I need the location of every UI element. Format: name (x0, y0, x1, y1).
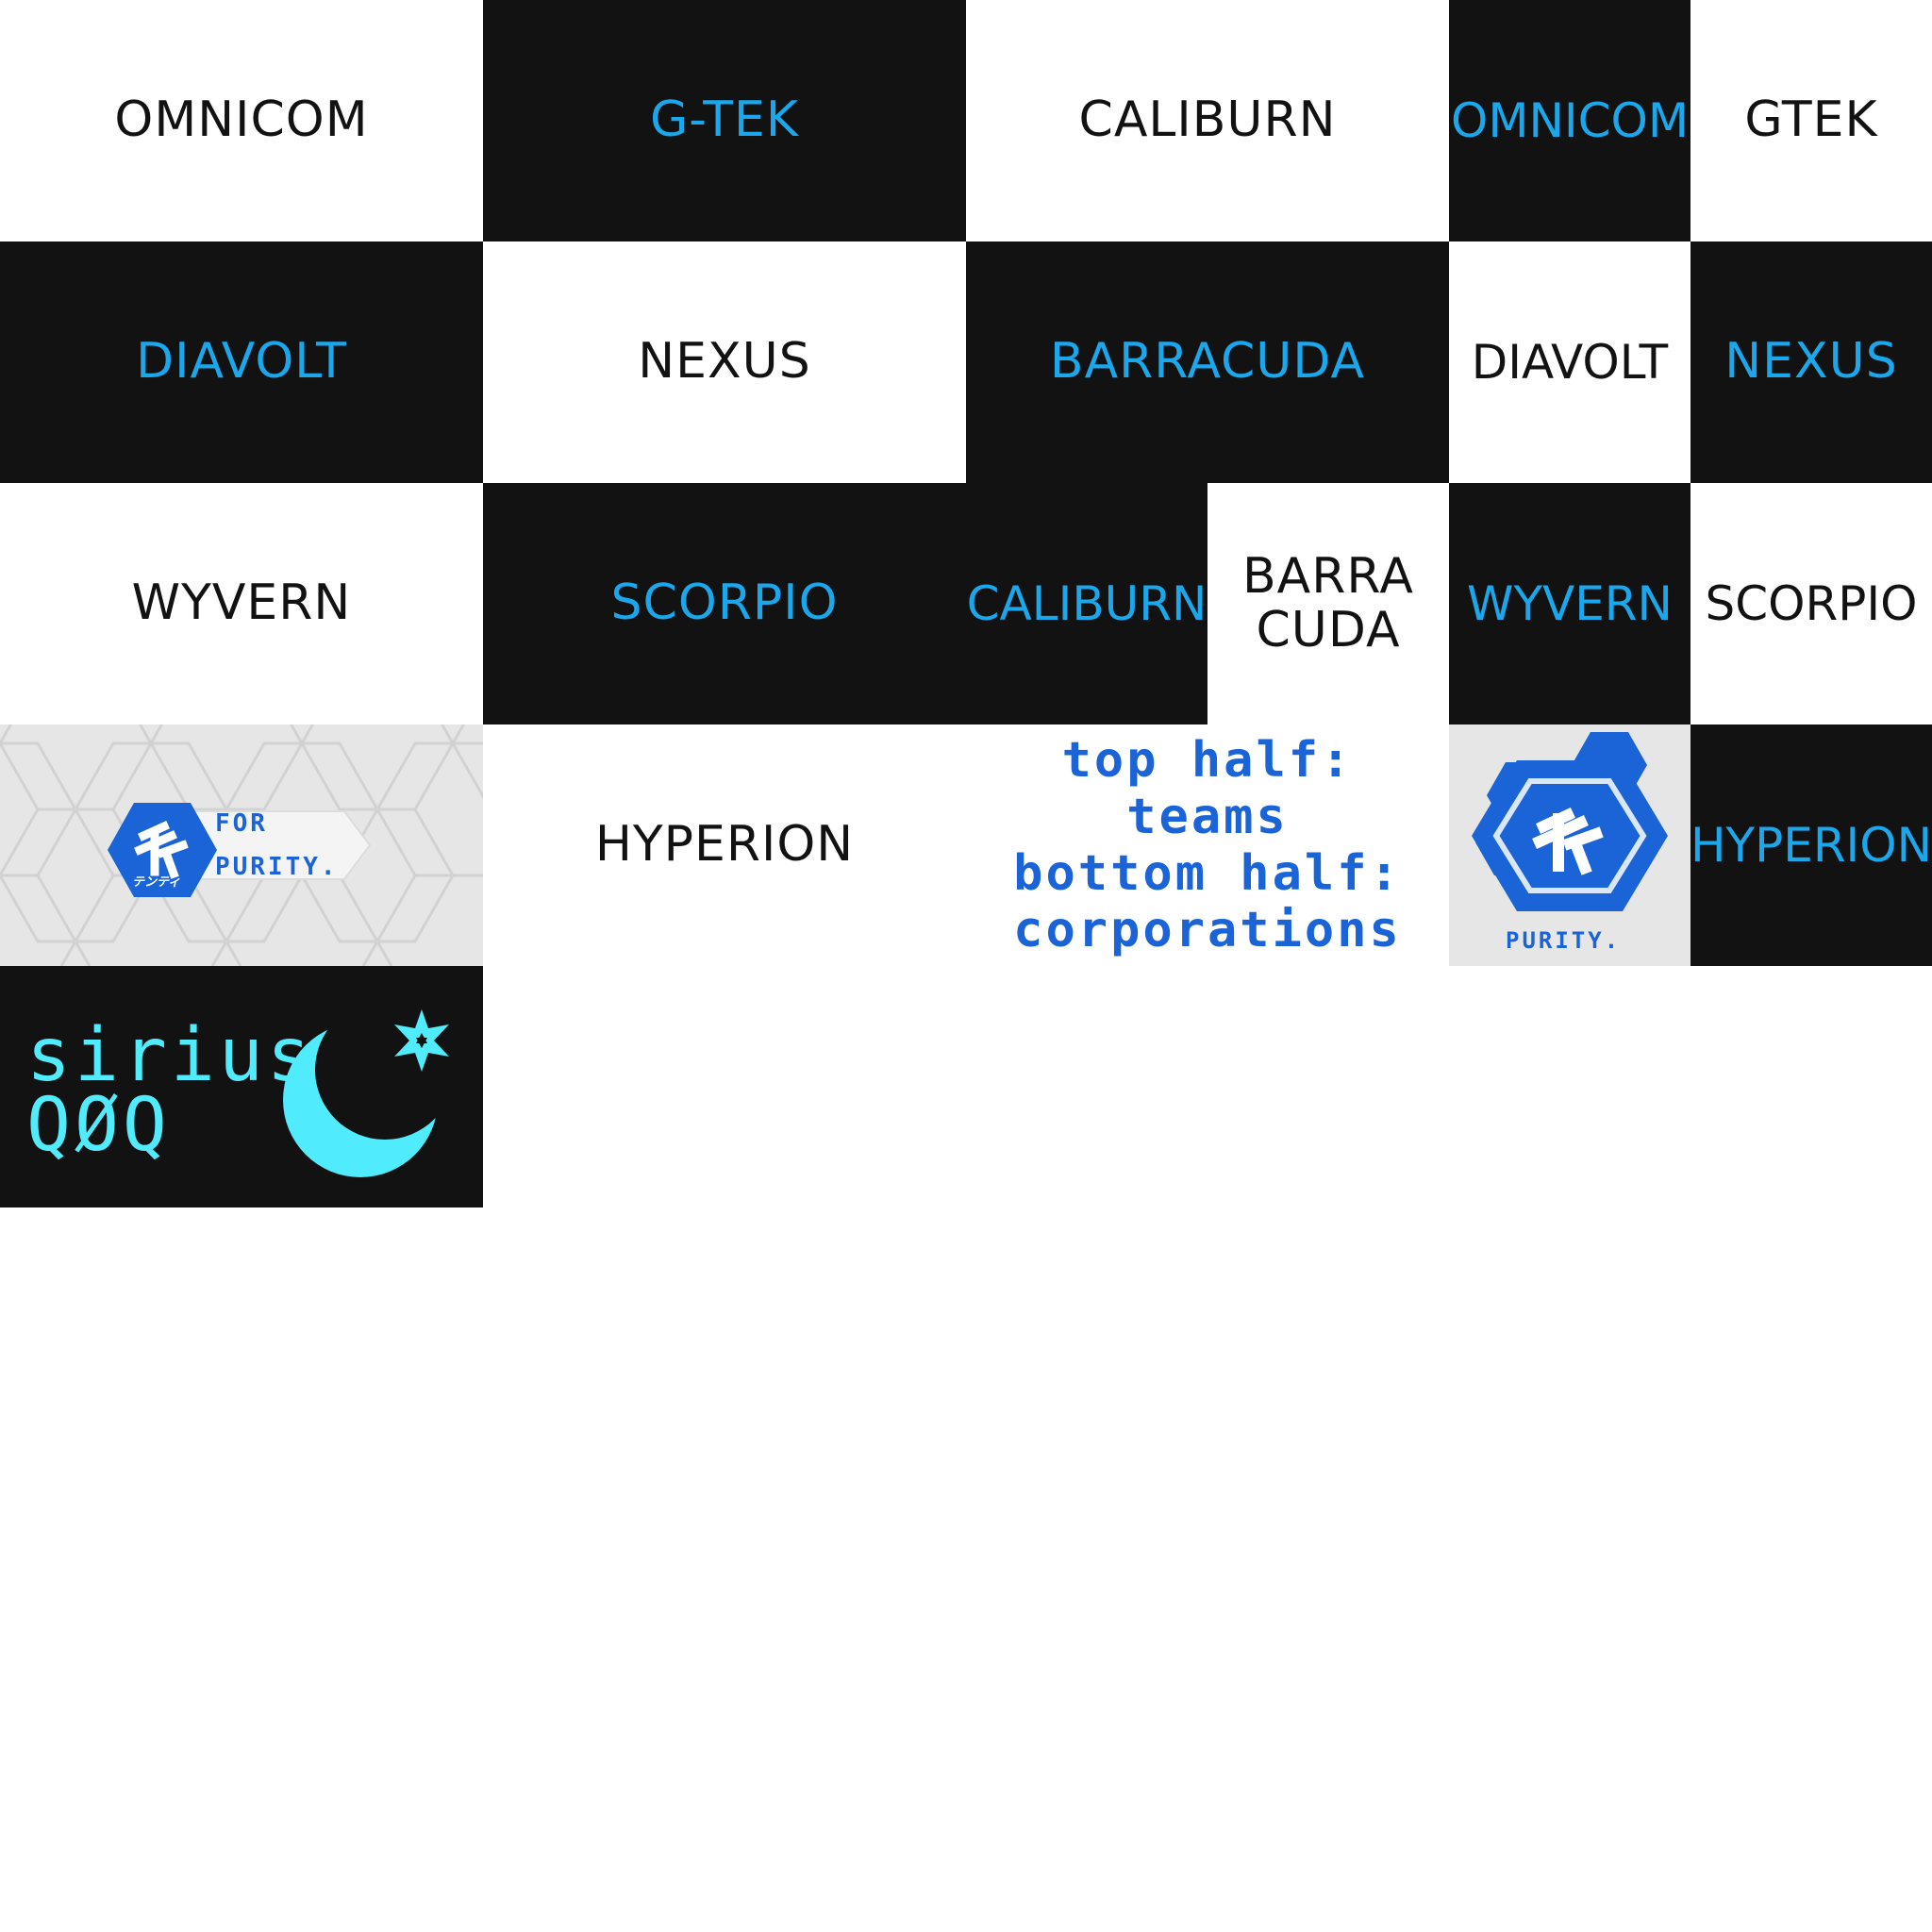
tile-purity-banner: テンティ FOR PURITY. (0, 724, 483, 966)
tile-barracuda-dark: BARRACUDA (966, 242, 1449, 483)
tile-caliburn-white: CALIBURN (966, 0, 1449, 242)
gtek-label: GTEK (1744, 92, 1878, 149)
barracuda-label-line2: CUDA (1256, 602, 1401, 658)
note-line3: bottom half: (1013, 845, 1402, 902)
hyperion-label: HYPERION (594, 816, 855, 874)
wyvern-label: WYVERN (1467, 575, 1673, 631)
note-line2: teams (1126, 789, 1289, 845)
purity-badge-caption: PURITY. (1506, 927, 1622, 954)
tile-wyvern-white: WYVERN (0, 483, 483, 724)
gtek-label: G-TEK (649, 92, 799, 149)
purity-banner-line2: PURITY. (215, 853, 339, 881)
purity-banner-line1: FOR (215, 809, 268, 838)
tile-diavolt-white: DIAVOLT (1449, 242, 1690, 483)
legend-note: top half: teams bottom half: corporation… (1013, 732, 1402, 958)
wyvern-label: WYVERN (131, 575, 352, 632)
scorpio-label: SCORPIO (1705, 575, 1918, 631)
tile-legend-note: top half: teams bottom half: corporation… (966, 724, 1449, 966)
tile-caliburn-dark: CALIBURN (966, 483, 1208, 724)
barracuda-label: BARRACUDA (1049, 333, 1366, 391)
tile-nexus-white: NEXUS (483, 242, 966, 483)
nexus-label: NEXUS (638, 333, 811, 391)
note-line4: corporations (1013, 902, 1402, 958)
caliburn-label: CALIBURN (1078, 92, 1337, 149)
omnicom-label: OMNICOM (1450, 92, 1690, 148)
tile-wyvern-dark: WYVERN (1449, 483, 1690, 724)
tile-purity-badge: PURITY. (1449, 724, 1690, 966)
tile-nexus-dark: NEXUS (1690, 242, 1932, 483)
tile-scorpio-white: SCORPIO (1690, 483, 1932, 724)
barracuda-label-line1: BARRA (1242, 547, 1414, 605)
hyperion-label: HYPERION (1690, 817, 1932, 873)
tile-omnicom-dark: OMNICOM (1449, 0, 1690, 242)
omnicom-label: OMNICOM (114, 92, 369, 149)
barracuda-stack: BARRA CUDA (1242, 547, 1414, 658)
star-icon (394, 1009, 449, 1072)
note-line1: top half: (1061, 732, 1354, 789)
caliburn-label: CALIBURN (966, 575, 1208, 631)
nexus-label: NEXUS (1724, 333, 1898, 391)
tile-gtek-white: GTEK (1690, 0, 1932, 242)
tile-hyperion-dark: HYPERION (1690, 724, 1932, 966)
tile-omnicom-white: OMNICOM (0, 0, 483, 242)
scorpio-label: SCORPIO (610, 575, 839, 632)
diavolt-label: DIAVOLT (1471, 334, 1669, 390)
sirius-line1: sirius (26, 1013, 315, 1098)
purity-banner-plate (141, 810, 372, 880)
tile-sirius-logo: sirius QØQ (0, 966, 483, 1208)
tile-gtek-dark: G-TEK (483, 0, 966, 242)
diavolt-label: DIAVOLT (136, 333, 347, 391)
tile-barracuda-white: BARRA CUDA (1208, 483, 1449, 724)
sirius-wordmark: sirius QØQ (26, 1013, 315, 1168)
tile-hyperion-white: HYPERION (483, 724, 966, 966)
tile-diavolt-dark: DIAVOLT (0, 242, 483, 483)
sirius-line2: QØQ (26, 1083, 171, 1168)
purity-katakana: テンティ (132, 875, 181, 890)
tile-scorpio-dark: SCORPIO (483, 483, 966, 724)
